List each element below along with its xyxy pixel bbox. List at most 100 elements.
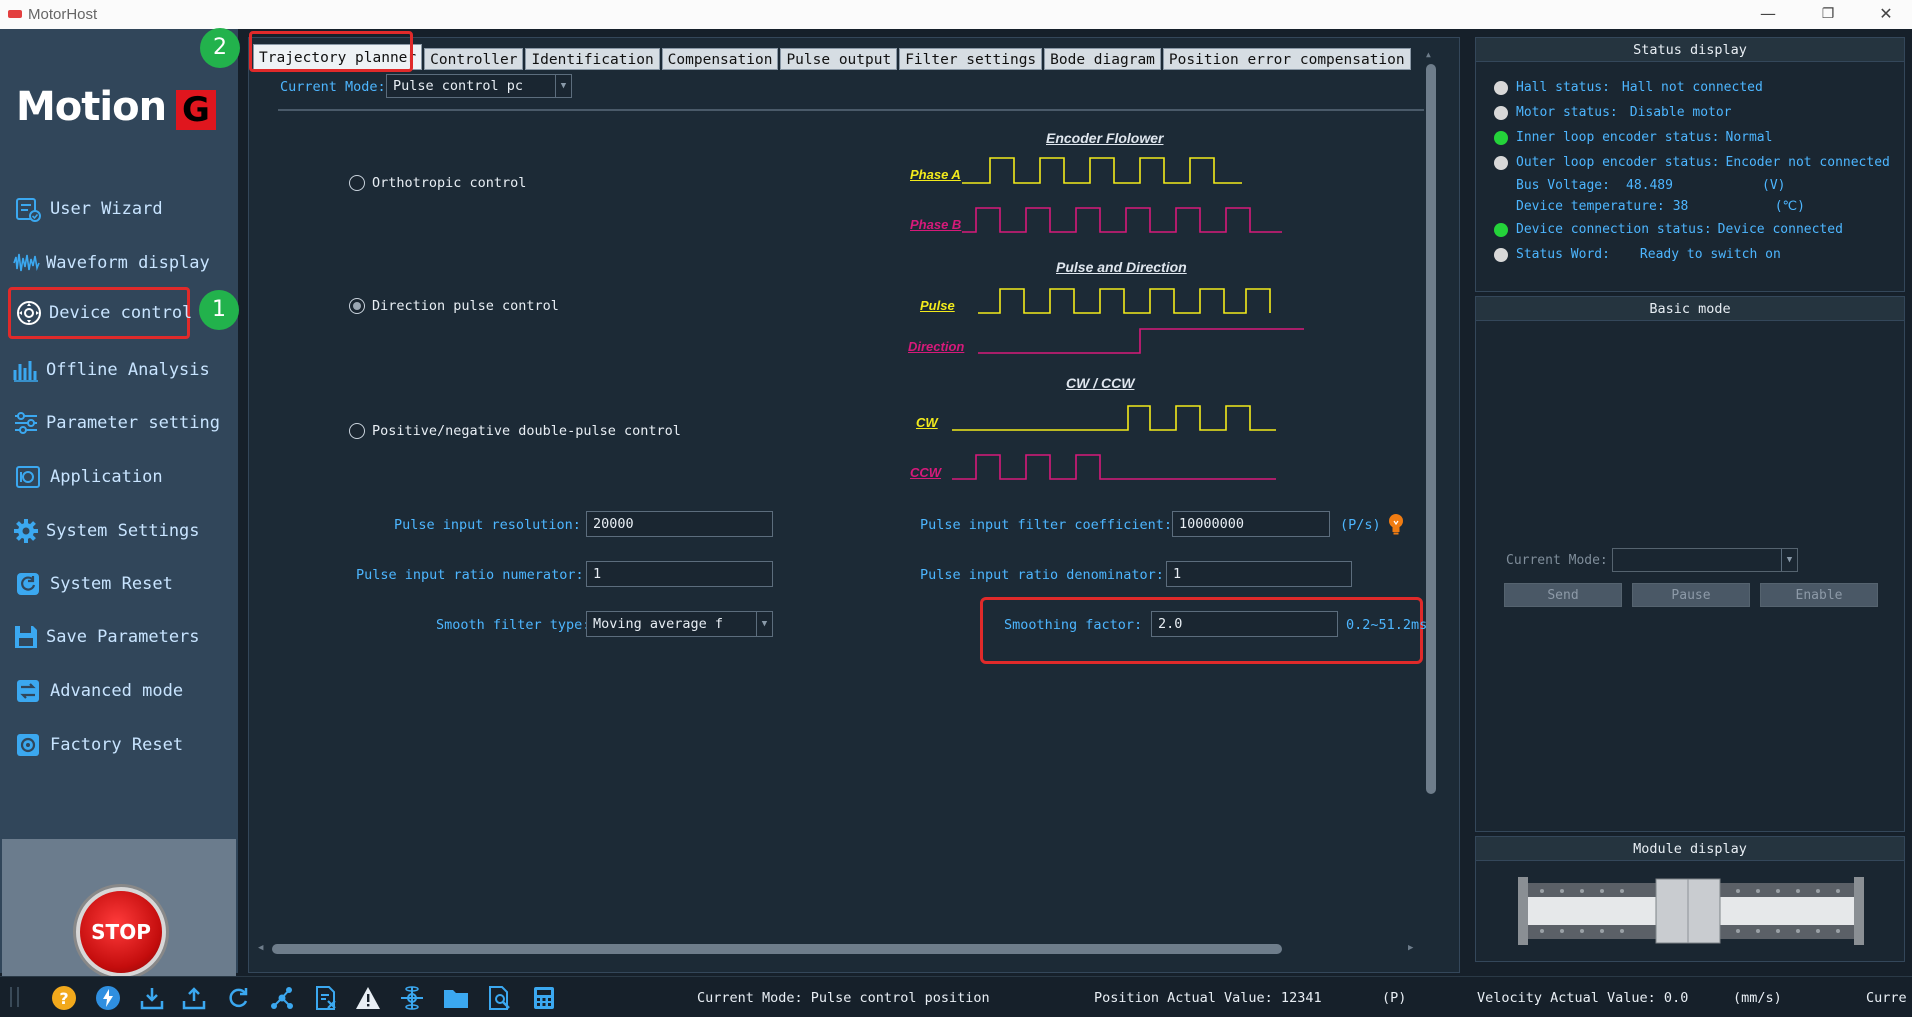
hall-status-value: Hall not connected: [1621, 80, 1763, 95]
download-icon[interactable]: [138, 985, 166, 1011]
hall-status-label: Hall status:: [1516, 80, 1610, 95]
sidebar-item-label: Waveform display: [46, 253, 210, 273]
bus-voltage-unit: (V): [1762, 178, 1786, 193]
device-temperature-row: Device temperature: 38 (℃): [1516, 199, 1805, 214]
sidebar-item-waveform-display[interactable]: Waveform display: [12, 243, 210, 283]
pulse-label: Pulse: [920, 298, 955, 313]
pulse-direction-waveform: [978, 288, 1304, 354]
minimize-button[interactable]: —: [1748, 3, 1788, 25]
refresh-icon[interactable]: [224, 985, 252, 1011]
grip-handle: [17, 987, 19, 1007]
status-velocity-actual: Velocity Actual Value: 0.0: [1477, 990, 1689, 1006]
sidebar-item-offline-analysis[interactable]: Offline Analysis: [12, 350, 210, 390]
help-icon[interactable]: ?: [50, 985, 78, 1011]
pulse-input-resolution-field[interactable]: 20000: [586, 511, 773, 537]
direction-label: Direction: [908, 339, 965, 354]
pulse-input-filter-coefficient-label: Pulse input filter coefficient:: [920, 517, 1172, 533]
application-icon: [12, 461, 44, 493]
status-display-panel: Status display Hall status: Hall not con…: [1475, 37, 1905, 292]
scroll-left-icon[interactable]: ◀: [258, 943, 263, 953]
tab-highlight-box: [249, 31, 413, 72]
enable-button[interactable]: Enable: [1760, 583, 1878, 607]
sidebar-item-user-wizard[interactable]: User Wizard: [12, 189, 192, 229]
motiong-logo: Motion G: [16, 84, 226, 144]
basic-mode-panel: Basic mode Current Mode: ▼ Send Pause En…: [1475, 296, 1905, 832]
status-display-title: Status display: [1476, 38, 1904, 62]
tab-identification[interactable]: Identification: [525, 48, 660, 70]
vertical-scrollbar[interactable]: ▲: [1424, 50, 1438, 930]
sidebar-item-advanced-mode[interactable]: Advanced mode: [12, 671, 192, 711]
cw-label: CW: [916, 415, 938, 430]
scroll-right-icon[interactable]: ▶: [1408, 943, 1413, 953]
svg-text:?: ?: [59, 989, 68, 1008]
radio-double-pulse[interactable]: [349, 423, 365, 439]
ccw-label: CCW: [910, 465, 942, 480]
status-word-row: Status Word: Ready to switch on: [1494, 247, 1781, 262]
sidebar-item-label: Save Parameters: [46, 627, 200, 647]
stop-button[interactable]: STOP: [76, 887, 166, 977]
sidebar-item-label: User Wizard: [50, 199, 163, 219]
lightbulb-icon[interactable]: [1386, 512, 1406, 540]
gear-icon: [12, 515, 40, 547]
radio-double-pulse-label: Positive/negative double-pulse control: [372, 423, 681, 439]
scroll-thumb[interactable]: [1426, 64, 1436, 794]
annotation-badge-1: 1: [199, 290, 239, 330]
sidebar-item-label: Factory Reset: [50, 735, 184, 755]
radio-orthotropic[interactable]: [349, 175, 365, 191]
warning-icon[interactable]: [354, 985, 382, 1011]
maximize-button[interactable]: ❐: [1808, 3, 1848, 25]
sidebar: Motion G User Wizard Waveform display De…: [0, 29, 238, 1001]
bus-voltage-value: 48.489: [1626, 178, 1673, 193]
inner-loop-encoder-label: Inner loop encoder status:: [1516, 130, 1720, 145]
basic-current-mode-select[interactable]: ▼: [1612, 548, 1798, 572]
sidebar-item-factory-reset[interactable]: Factory Reset: [12, 725, 192, 765]
sidebar-item-parameter-setting[interactable]: Parameter setting: [12, 403, 220, 443]
sidebar-item-save-parameters[interactable]: Save Parameters: [12, 617, 200, 657]
document-x-icon[interactable]: [312, 985, 340, 1011]
upload-icon[interactable]: [180, 985, 208, 1011]
grip-handle: [10, 987, 12, 1007]
radio-direction-pulse[interactable]: [349, 298, 365, 314]
pulse-input-ratio-denominator-field[interactable]: 1: [1166, 561, 1352, 587]
tab-compensation[interactable]: Compensation: [661, 48, 779, 70]
lightning-icon[interactable]: [94, 985, 122, 1011]
sidebar-item-device-control[interactable]: Device control: [8, 287, 192, 339]
sidebar-item-label: Advanced mode: [50, 681, 184, 701]
search-document-icon[interactable]: [486, 985, 514, 1011]
status-dot: [1494, 105, 1508, 120]
close-button[interactable]: ✕: [1866, 3, 1906, 25]
tab-bode-diagram[interactable]: Bode diagram: [1044, 48, 1161, 70]
sidebar-item-system-reset[interactable]: System Reset: [12, 564, 192, 604]
drone-icon[interactable]: [398, 985, 426, 1011]
current-mode-select[interactable]: Pulse control pc ▼: [386, 74, 572, 98]
sidebar-item-application[interactable]: Application: [12, 457, 192, 497]
pause-button[interactable]: Pause: [1632, 583, 1750, 607]
phase-a-label: Phase A: [910, 167, 961, 182]
inner-loop-encoder-row: Inner loop encoder status: Normal: [1494, 130, 1772, 145]
network-icon[interactable]: [268, 985, 296, 1011]
tab-position-error-compensation[interactable]: Position error compensation: [1162, 48, 1411, 70]
scroll-thumb[interactable]: [272, 944, 1282, 954]
horizontal-scrollbar[interactable]: ◀ ▶: [258, 942, 1418, 956]
scroll-up-icon[interactable]: ▲: [1426, 50, 1431, 59]
smooth-filter-type-select[interactable]: Moving average f ▼: [586, 611, 773, 637]
waveform-icon: [12, 247, 40, 279]
pulse-input-ratio-numerator-field[interactable]: 1: [586, 561, 773, 587]
smoothing-factor-field[interactable]: 2.0: [1151, 611, 1338, 637]
device-temperature-unit: (℃): [1774, 199, 1805, 214]
calculator-icon[interactable]: [530, 985, 558, 1011]
offline-analysis-icon: [12, 354, 40, 386]
send-button[interactable]: Send: [1504, 583, 1622, 607]
outer-loop-encoder-value: Encoder not connected: [1725, 155, 1890, 170]
device-connection-label: Device connection status:: [1516, 222, 1712, 237]
pulse-input-ratio-numerator-label: Pulse input ratio numerator:: [356, 567, 584, 583]
system-reset-icon: [12, 568, 44, 600]
tab-controller[interactable]: Controller: [424, 48, 524, 70]
tab-filter-settings[interactable]: Filter settings: [899, 48, 1043, 70]
sidebar-item-system-settings[interactable]: System Settings: [12, 511, 200, 551]
parameter-setting-icon: [12, 407, 40, 439]
folder-icon[interactable]: [442, 985, 470, 1011]
pulse-input-filter-coefficient-field[interactable]: 10000000: [1172, 511, 1330, 537]
status-dot: [1494, 222, 1508, 237]
tab-pulse-output[interactable]: Pulse output: [780, 48, 898, 70]
